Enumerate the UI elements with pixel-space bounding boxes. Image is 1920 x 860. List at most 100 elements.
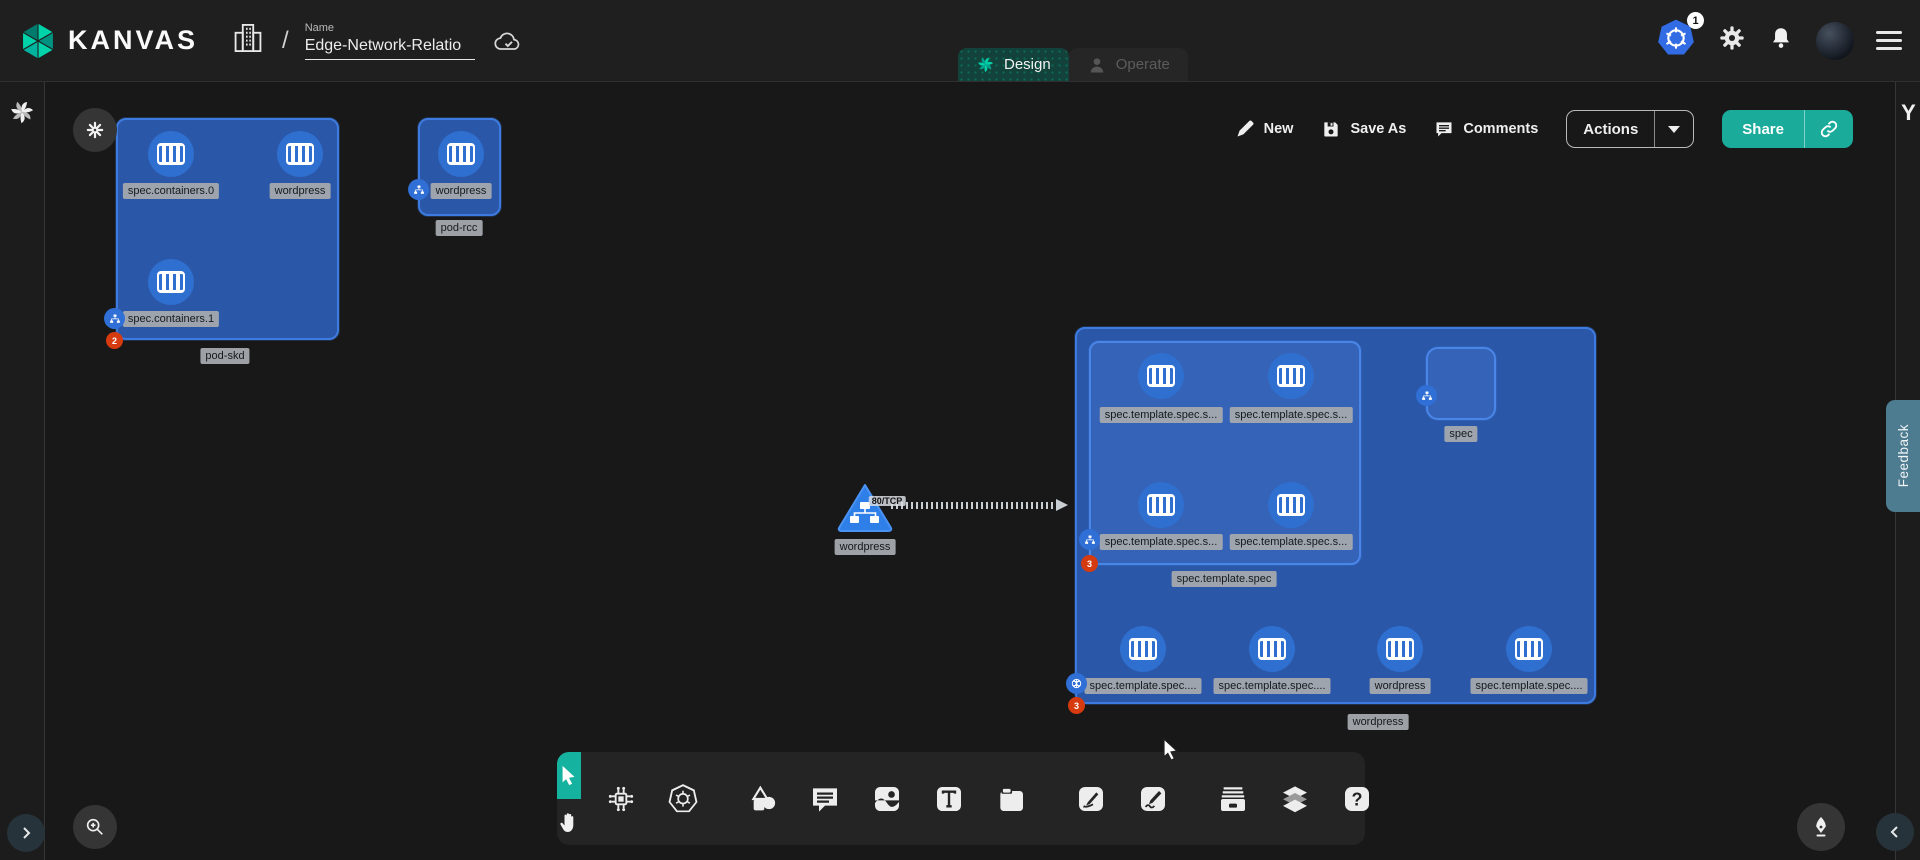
left-rail (0, 82, 45, 860)
snowflake-gear-icon (84, 119, 106, 141)
organization-icon[interactable] (232, 21, 264, 60)
edge-pen-icon (1075, 783, 1107, 815)
layers-tool-button[interactable] (1274, 778, 1316, 820)
pod-skd-group[interactable]: spec.containers.0 wordpress spec.contain… (116, 118, 339, 340)
container-node[interactable] (1120, 626, 1166, 672)
new-button[interactable]: New (1235, 119, 1294, 139)
text-tool-button[interactable] (928, 778, 970, 820)
notifications-bell-icon[interactable] (1768, 25, 1794, 56)
mode-tabs: Design Operate (958, 48, 1188, 81)
mesh-icon (1070, 677, 1083, 690)
error-count-badge[interactable]: 2 (106, 332, 123, 349)
annotation-tools-group (723, 752, 1051, 845)
select-tool-button[interactable] (557, 752, 581, 799)
user-avatar[interactable] (1816, 22, 1854, 60)
error-count-badge[interactable]: 3 (1068, 697, 1085, 714)
breadcrumb-separator: / (282, 27, 289, 55)
error-count-badge[interactable]: 3 (1081, 555, 1098, 572)
container-node[interactable] (438, 131, 484, 177)
actions-dropdown-button[interactable] (1654, 111, 1693, 147)
relationship-badge[interactable] (408, 179, 429, 200)
share-button[interactable]: Share (1722, 110, 1804, 148)
container-node[interactable] (148, 259, 194, 305)
new-pencil-icon (1235, 119, 1255, 139)
text-icon (933, 783, 965, 815)
spec-node[interactable] (1426, 347, 1496, 420)
container-icon (1515, 638, 1543, 660)
kubernetes-wheel-icon (666, 782, 700, 816)
hamburger-menu-icon[interactable] (1876, 31, 1902, 50)
container-node[interactable] (1268, 353, 1314, 399)
container-icon (1386, 638, 1414, 660)
kubernetes-context-button[interactable]: 1 (1656, 18, 1696, 63)
group-label: spec.template.spec (1172, 571, 1277, 587)
caret-down-icon (1668, 126, 1680, 133)
y-panel-icon[interactable]: Y (1896, 100, 1920, 126)
select-arrow-icon (558, 764, 580, 786)
relationship-badge[interactable] (1066, 673, 1087, 694)
container-node[interactable] (277, 131, 323, 177)
container-node[interactable] (1377, 626, 1423, 672)
container-icon (1147, 494, 1175, 516)
node-label: wordpress (431, 183, 492, 199)
container-node[interactable] (1138, 353, 1184, 399)
whiteboard-pen-button[interactable] (1797, 803, 1845, 851)
kubernetes-tool-button[interactable] (662, 778, 704, 820)
pan-tool-button[interactable] (557, 799, 581, 846)
node-label: spec (1444, 426, 1477, 442)
actions-button[interactable]: Actions (1567, 111, 1654, 147)
designs-panel-spiral-icon[interactable] (8, 98, 36, 131)
kanvas-logo[interactable]: KANVAS (18, 21, 198, 61)
components-tool-button[interactable] (600, 778, 642, 820)
tab-design[interactable]: Design (958, 48, 1069, 81)
pod-rcc-group[interactable]: wordpress (418, 118, 501, 216)
zoom-button[interactable] (73, 805, 117, 849)
image-tool-button[interactable] (866, 778, 908, 820)
relationship-badge[interactable] (104, 308, 125, 329)
mouse-cursor (1160, 737, 1182, 761)
shapes-icon (747, 783, 779, 815)
frame-tool-button[interactable] (990, 778, 1032, 820)
service-edge[interactable] (891, 502, 1056, 509)
feedback-tab[interactable]: Feedback (1886, 400, 1920, 512)
container-node[interactable] (1249, 626, 1295, 672)
wordpress-deployment-group[interactable]: spec.template.spec.s... spec.template.sp… (1075, 327, 1596, 704)
help-tool-button[interactable]: ? (1336, 778, 1378, 820)
container-node[interactable] (1268, 482, 1314, 528)
save-as-button[interactable]: Save As (1321, 119, 1406, 139)
edge-tool-button[interactable] (1070, 778, 1112, 820)
utility-tools-group: ? (1193, 752, 1397, 845)
container-icon (1129, 638, 1157, 660)
save-status-cloud-icon (493, 31, 523, 60)
help-icon: ? (1341, 783, 1373, 815)
spec-template-spec-group[interactable]: spec.template.spec.s... spec.template.sp… (1089, 341, 1361, 565)
sitemap-icon (1421, 390, 1433, 402)
frame-icon (995, 783, 1027, 815)
canvas-settings-button[interactable] (73, 108, 117, 152)
expand-left-panel-button[interactable] (7, 814, 45, 852)
expand-right-panel-button[interactable] (1876, 813, 1914, 851)
comment-tool-button[interactable] (804, 778, 846, 820)
node-label: wordpress (1370, 678, 1431, 694)
drawer-tool-button[interactable] (1212, 778, 1254, 820)
container-node[interactable] (1506, 626, 1552, 672)
container-node[interactable] (1138, 482, 1184, 528)
relationship-badge[interactable] (1079, 529, 1100, 550)
image-icon (871, 783, 903, 815)
shapes-tool-button[interactable] (742, 778, 784, 820)
tab-operate[interactable]: Operate (1069, 48, 1188, 81)
design-name-input[interactable] (305, 35, 475, 60)
edge-arrowhead-icon (1056, 499, 1068, 511)
sitemap-icon (1084, 534, 1096, 546)
pencil-tool-button[interactable] (1132, 778, 1174, 820)
container-icon (1277, 494, 1305, 516)
link-icon (1819, 119, 1839, 139)
comments-button[interactable]: Comments (1434, 119, 1538, 139)
settings-gear-icon[interactable] (1718, 24, 1746, 57)
container-node[interactable] (148, 131, 194, 177)
relationship-badge[interactable] (1416, 385, 1437, 406)
service-node[interactable] (836, 482, 894, 532)
node-label: spec.containers.0 (123, 183, 219, 199)
copy-link-button[interactable] (1804, 110, 1853, 148)
design-canvas[interactable]: New Save As Comments (45, 82, 1895, 860)
